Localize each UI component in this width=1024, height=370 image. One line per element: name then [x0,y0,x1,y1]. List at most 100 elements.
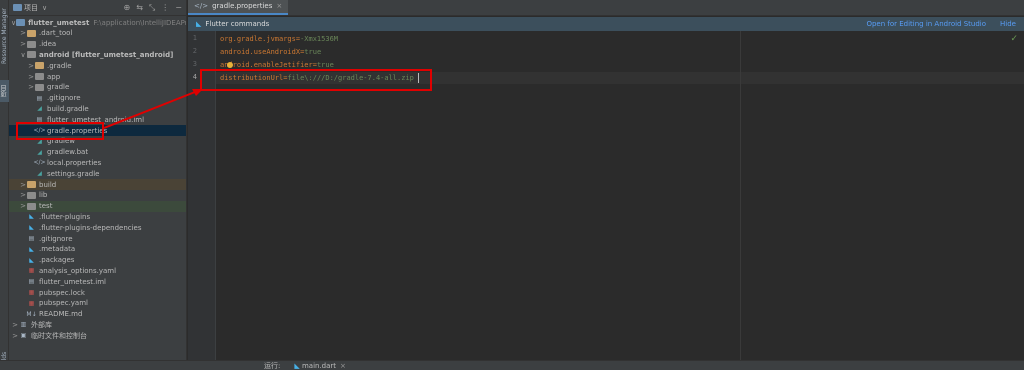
tree-item-label: build.gradle [47,104,89,113]
tree-item-gitignore[interactable]: ▤ .gitignore [9,233,186,244]
tree-item-[interactable]: > ▣ 临时文件和控制台 [9,330,186,341]
chevron-right-icon[interactable]: > [19,191,27,199]
tree-item-label: .packages [39,256,75,265]
hide-panel-icon[interactable]: − [175,3,182,13]
locate-icon[interactable]: ⊕ [123,3,130,13]
chevron-right-icon[interactable]: > [11,332,19,340]
yaml-icon: ▦ [28,267,35,275]
file-icon: ▤ [28,278,35,286]
tab-gradle-properties[interactable]: </> gradle.properties × [188,0,289,15]
flutter-icon: ◣ [29,213,34,221]
project-tool-tab[interactable]: 项目 [0,80,9,102]
property-value: -Xmx1536M [300,35,339,43]
right-margin-guide [740,31,741,360]
tree-item-android-flutter-umetest-android[interactable]: ∨ android [flutter_umetest_android] [9,49,186,60]
tree-item-gradle[interactable]: > gradle [9,82,186,93]
tree-item-flutter-plugins[interactable]: ◣ .flutter-plugins [9,211,186,222]
tree-item-label: flutter_umetest.iml [39,277,106,286]
chevron-right-icon[interactable]: > [27,73,35,81]
tree-item-pubspec-lock[interactable]: ▦ pubspec.lock [9,287,186,298]
property-key: org.gradle.jvmargs [220,35,296,43]
resource-manager-tab[interactable]: Resource Manager [0,6,9,66]
tree-item-label: .gradle [47,61,72,70]
gradle-icon: ◢ [37,105,42,113]
project-path: F:\application\IntelliJIDEAProj [93,18,187,27]
project-toolbar: ⊕ ⇆ ⤡ ⋮ − [123,3,186,13]
tree-item-lib[interactable]: > lib [9,190,186,201]
pub-file-icon: ▦ [28,289,35,296]
tree-item-analysis-options-yaml[interactable]: ▦ analysis_options.yaml [9,265,186,276]
tree-item-gradle[interactable]: > .gradle [9,60,186,71]
tree-item-readme-md[interactable]: M↓ README.md [9,309,186,320]
close-icon[interactable]: × [340,362,346,370]
folder-icon [27,40,36,48]
property-key: android.enableJetifier [220,61,313,69]
chevron-right-icon[interactable]: > [27,83,35,91]
project-icon [13,4,22,11]
gradle-icon: ◢ [37,170,42,178]
tree-item-dart-tool[interactable]: > .dart_tool [9,28,186,39]
code-line-1[interactable]: org.gradle.jvmargs = -Xmx1536M [220,33,338,45]
tree-item-settings-gradle[interactable]: ◢ settings.gradle [9,168,186,179]
chevron-right-icon[interactable]: > [19,40,27,48]
tree-item-flutter-umetest-iml[interactable]: ▤ flutter_umetest.iml [9,276,186,287]
folder-icon [27,202,36,210]
tab-label: gradle.properties [212,2,273,10]
chevron-down-icon[interactable]: ∨ [19,51,27,59]
tree-item-label: lib [39,191,48,200]
flutter-icon: ◣ [29,256,34,264]
property-key: android.useAndroidX [220,48,301,56]
run-config-tab[interactable]: ◣ main.dart [294,362,336,370]
console-icon: ▣ [20,332,27,340]
tree-item-app[interactable]: > app [9,71,186,82]
tree-item-label: pubspec.yaml [39,299,88,308]
tree-item-label: .metadata [39,245,76,254]
expand-collapse-icon[interactable]: ⇆ [136,3,143,13]
collapse-all-icon[interactable]: ⤡ [149,3,155,13]
tree-item-label: app [47,72,61,81]
tree-item-build-gradle[interactable]: ◢ build.gradle [9,103,186,114]
annotation-box-file [16,122,104,140]
project-panel-title[interactable]: 项目 [24,3,38,13]
tree-item-test[interactable]: > test [9,200,186,212]
options-menu-icon[interactable]: ⋮ [161,3,169,13]
lightbulb-icon[interactable] [227,62,233,68]
tree-item-label: .flutter-plugins-dependencies [39,223,142,232]
run-tool-strip: 运行: ◣ main.dart × [0,360,1024,370]
tree-item-packages[interactable]: ◣ .packages [9,255,186,266]
tree-item-flutter-umetest[interactable]: ∨ flutter_umetest F:\application\IntelliJI… [9,17,187,28]
tree-item-pubspec-yaml[interactable]: ▦ pubspec.yaml [9,298,186,309]
chevron-right-icon[interactable]: > [19,29,27,37]
tree-item-label: local.properties [47,158,102,167]
chevron-right-icon[interactable]: > [11,321,19,329]
folder-icon [27,181,36,189]
chevron-right-icon[interactable]: > [27,62,35,70]
text-caret [418,73,419,83]
tree-item-label: android [flutter_umetest_android] [39,50,174,59]
tree-item-metadata[interactable]: ◣ .metadata [9,244,186,255]
tree-item-local-properties[interactable]: </> local.properties [9,157,186,168]
left-tool-stripe: Resource Manager 项目 Builds [0,0,9,370]
folder-icon [35,62,44,70]
chevron-right-icon[interactable]: > [19,202,27,210]
tree-item-label: build [39,180,57,189]
tree-item-flutter-plugins-dependencies[interactable]: ◣ .flutter-plugins-dependencies [9,222,186,233]
tree-item-build[interactable]: > build [9,179,186,190]
chevron-right-icon[interactable]: > [19,181,27,189]
code-line-2[interactable]: android.useAndroidX = true [220,46,321,58]
tree-item-label: gradle [47,83,70,92]
annotation-box-line [200,69,432,91]
tree-item-gitignore[interactable]: ▤ .gitignore [9,93,186,104]
close-icon[interactable]: × [276,2,282,10]
chevron-down-icon[interactable]: ∨ [42,4,47,12]
run-config-label: main.dart [301,361,337,370]
hide-banner-link[interactable]: Hide [1000,20,1016,28]
tree-item-gradlew-bat[interactable]: ◢ gradlew.bat [9,147,186,158]
open-in-android-studio-link[interactable]: Open for Editing in Android Studio [866,20,986,28]
flutter-commands-label[interactable]: Flutter commands [205,20,269,28]
flutter-banner: ◣ Flutter commands Open for Editing in A… [188,17,1024,31]
no-problems-check-icon[interactable]: ✓ [1010,34,1018,44]
folder-icon [27,51,36,59]
tree-item-idea[interactable]: > .idea [9,39,186,50]
tree-item-[interactable]: > ▥ 外部库 [9,319,186,330]
